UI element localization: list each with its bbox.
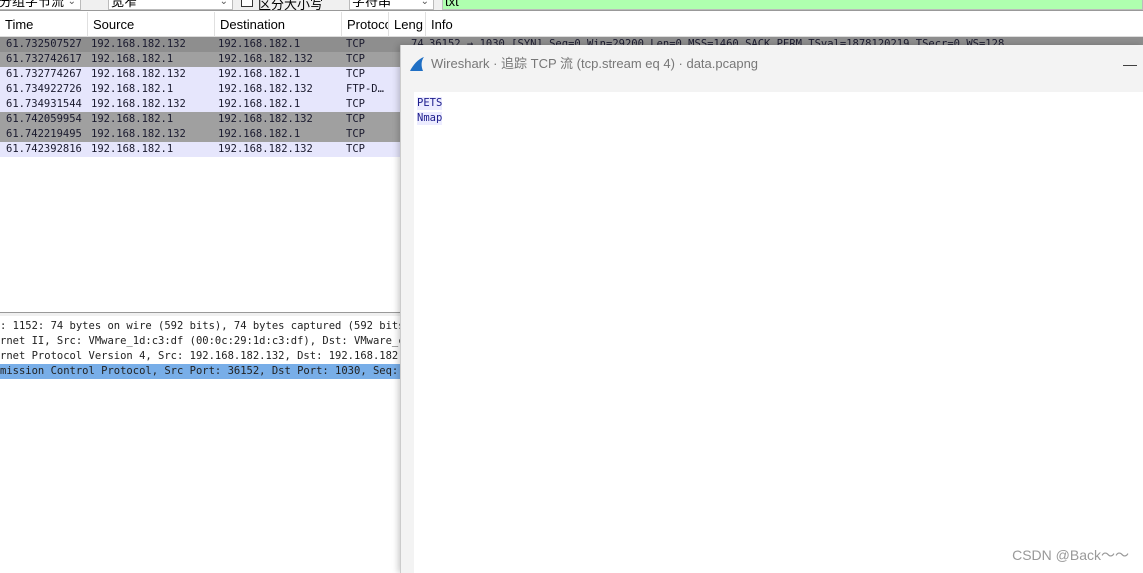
packet-protocol: FTP-D… (346, 83, 384, 95)
packet-destination: 192.168.182.132 (218, 83, 313, 95)
packet-protocol: TCP (346, 128, 365, 140)
wireshark-logo-icon (410, 57, 424, 71)
search-in-select[interactable]: 分组字节流 ⌄ (0, 0, 81, 10)
find-toolbar: 分组字节流 ⌄ 宽窄 ⌄ 区分大小写 字符串 ⌄ txt (0, 0, 1143, 11)
packet-destination: 192.168.182.132 (218, 53, 313, 65)
packet-time: 61.742059954 (6, 113, 82, 125)
packet-list-header: Time Source Destination Protocol Leng In… (0, 12, 1143, 37)
packet-source: 192.168.182.132 (91, 128, 186, 140)
packet-protocol: TCP (346, 38, 365, 50)
packet-source: 192.168.182.1 (91, 83, 174, 95)
packet-protocol: TCP (346, 68, 365, 80)
chevron-down-icon: ⌄ (219, 0, 228, 7)
packet-source: 192.168.182.132 (91, 68, 186, 80)
stream-content[interactable]: PETS Nmap (414, 92, 1143, 573)
packet-source: 192.168.182.132 (91, 38, 186, 50)
detail-tree-item[interactable]: rnet Protocol Version 4, Src: 192.168.18… (0, 349, 400, 364)
packet-time: 61.734931544 (6, 98, 82, 110)
case-sensitive-label: 区分大小写 (258, 0, 324, 11)
column-destination[interactable]: Destination (215, 12, 342, 37)
packet-destination: 192.168.182.1 (218, 68, 301, 80)
packet-destination: 192.168.182.1 (218, 38, 301, 50)
packet-protocol: TCP (346, 98, 365, 110)
pane-splitter[interactable] (0, 312, 400, 316)
column-info[interactable]: Info (426, 12, 1143, 37)
packet-destination: 192.168.182.132 (218, 113, 313, 125)
window-titlebar: Wireshark · 追踪 TCP 流 (tcp.stream eq 4) ·… (401, 45, 1143, 83)
detail-tree-item[interactable]: mission Control Protocol, Src Port: 3615… (0, 364, 400, 379)
charset-select[interactable]: 宽窄 ⌄ (108, 0, 233, 10)
packet-protocol: TCP (346, 53, 365, 65)
minimize-button[interactable]: — (1123, 45, 1137, 83)
packet-source: 192.168.182.132 (91, 98, 186, 110)
window-title: Wireshark · 追踪 TCP 流 (tcp.stream eq 4) ·… (431, 56, 759, 71)
stream-line: PETS (417, 97, 443, 110)
packet-time: 61.732507527 (6, 38, 82, 50)
packet-time: 61.732774267 (6, 68, 82, 80)
packet-destination: 192.168.182.1 (218, 128, 301, 140)
search-input[interactable]: txt (442, 0, 1143, 10)
packet-destination: 192.168.182.1 (218, 98, 301, 110)
column-protocol[interactable]: Protocol (342, 12, 389, 37)
packet-source: 192.168.182.1 (91, 53, 174, 65)
packet-time: 61.742219495 (6, 128, 82, 140)
packet-time: 61.734922726 (6, 83, 82, 95)
search-in-value: 分组字节流 (0, 0, 65, 9)
search-type-select[interactable]: 字符串 ⌄ (349, 0, 434, 10)
detail-tree-item[interactable]: rnet II, Src: VMware_1d:c3:df (00:0c:29:… (0, 334, 400, 349)
packet-destination: 192.168.182.132 (218, 143, 313, 155)
stream-line: Nmap (417, 112, 443, 125)
watermark: CSDN @Back～～ (1012, 547, 1129, 563)
chevron-down-icon: ⌄ (67, 0, 76, 7)
column-source[interactable]: Source (88, 12, 215, 37)
follow-tcp-stream-window: Wireshark · 追踪 TCP 流 (tcp.stream eq 4) ·… (400, 45, 1143, 573)
column-length[interactable]: Leng (389, 12, 426, 37)
charset-value: 宽窄 (111, 0, 138, 9)
packet-time: 61.732742617 (6, 53, 82, 65)
packet-details: : 1152: 74 bytes on wire (592 bits), 74 … (0, 319, 400, 379)
detail-tree-item[interactable]: : 1152: 74 bytes on wire (592 bits), 74 … (0, 319, 400, 334)
column-time[interactable]: Time (0, 12, 88, 37)
packet-source: 192.168.182.1 (91, 143, 174, 155)
search-type-value: 字符串 (352, 0, 392, 9)
packet-protocol: TCP (346, 113, 365, 125)
packet-protocol: TCP (346, 143, 365, 155)
case-sensitive-checkbox[interactable] (241, 0, 253, 7)
packet-source: 192.168.182.1 (91, 113, 174, 125)
packet-time: 61.742392816 (6, 143, 82, 155)
chevron-down-icon: ⌄ (420, 0, 429, 7)
